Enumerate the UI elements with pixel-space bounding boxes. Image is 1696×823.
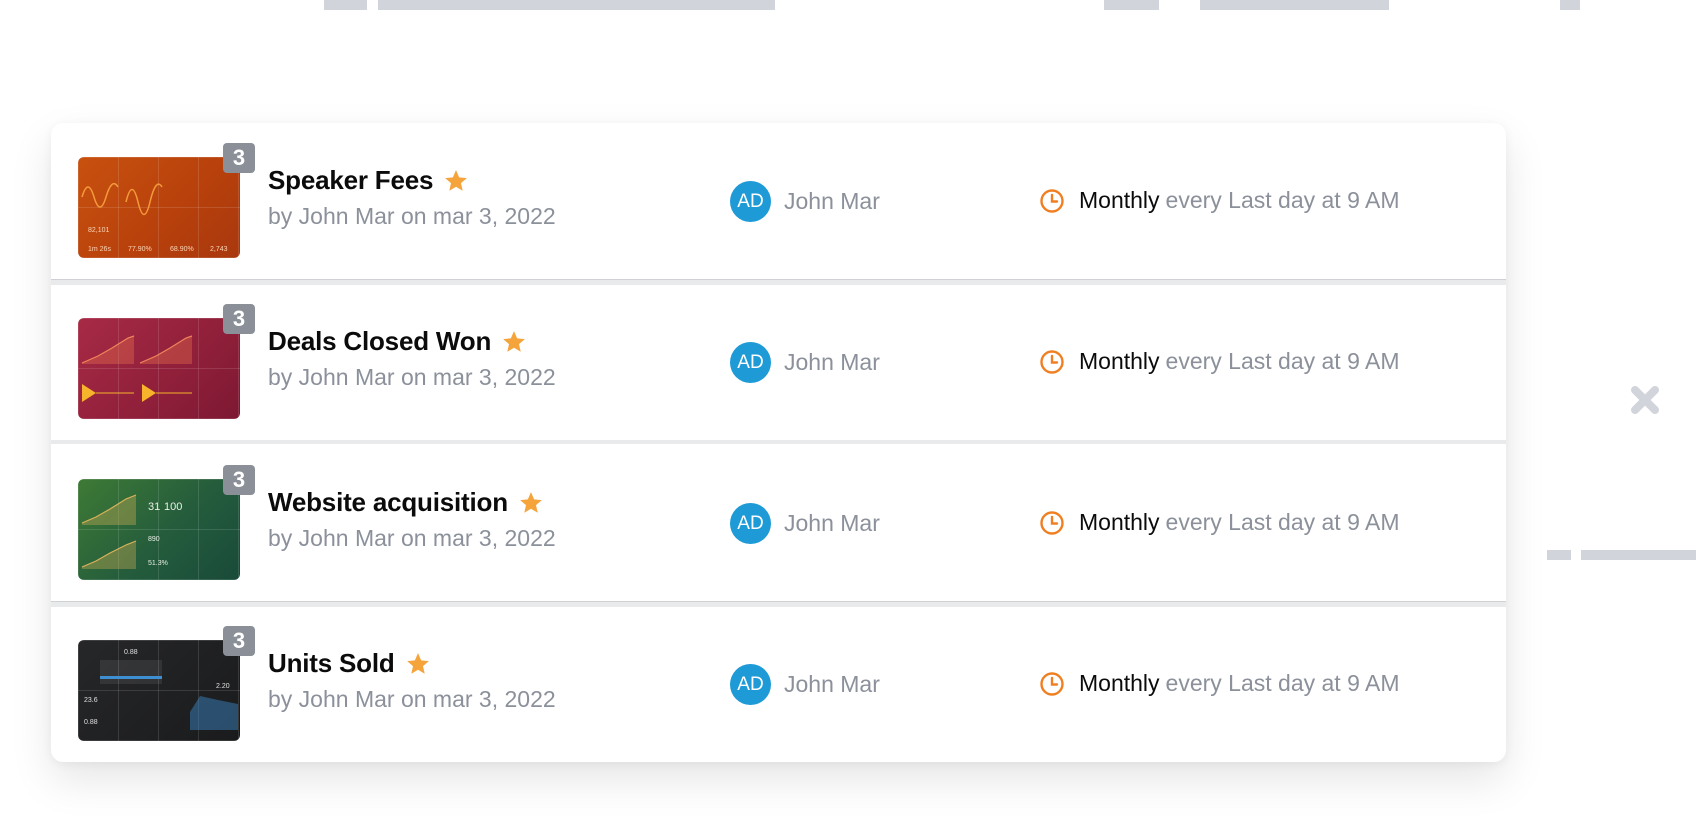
report-schedule: Monthly every Last day at 9 AM bbox=[1039, 670, 1400, 697]
report-title[interactable]: Deals Closed Won bbox=[268, 326, 491, 357]
report-title-group: Speaker Fees bbox=[268, 165, 469, 196]
background-placeholder-bar bbox=[1581, 550, 1696, 560]
clock-icon bbox=[1039, 510, 1065, 536]
report-title-group: Website acquisition bbox=[268, 487, 544, 518]
close-button[interactable] bbox=[1628, 383, 1662, 417]
report-owner: AD John Mar bbox=[730, 664, 880, 705]
report-row[interactable]: 31 100 890 51.3% 3 Website acquisition b… bbox=[51, 445, 1506, 601]
svg-text:23.6: 23.6 bbox=[84, 697, 98, 704]
report-thumbnail[interactable]: 0.88 23.6 0.88 2.20 bbox=[78, 640, 240, 741]
report-subtitle: by John Mar on mar 3, 2022 bbox=[268, 364, 556, 390]
background-placeholder-bar bbox=[1200, 0, 1389, 10]
report-schedule: Monthly every Last day at 9 AM bbox=[1039, 348, 1400, 375]
svg-text:51.3%: 51.3% bbox=[148, 560, 168, 567]
report-owner: AD John Mar bbox=[730, 181, 880, 222]
page-count-badge: 3 bbox=[223, 465, 255, 495]
report-subtitle: by John Mar on mar 3, 2022 bbox=[268, 686, 556, 712]
schedule-frequency: Monthly bbox=[1079, 670, 1160, 696]
report-title-group: Units Sold bbox=[268, 648, 431, 679]
scheduled-reports-card: 82,101 1m 26s 77.90% 68.90% 2,743 3 Spea… bbox=[51, 123, 1506, 762]
report-title-group: Deals Closed Won bbox=[268, 326, 527, 357]
star-icon[interactable] bbox=[501, 329, 527, 355]
svg-text:890: 890 bbox=[148, 536, 160, 543]
report-subtitle: by John Mar on mar 3, 2022 bbox=[268, 203, 556, 229]
star-icon[interactable] bbox=[405, 651, 431, 677]
avatar: AD bbox=[730, 181, 771, 222]
report-title[interactable]: Units Sold bbox=[268, 648, 395, 679]
close-icon bbox=[1631, 386, 1659, 414]
page-count-badge: 3 bbox=[223, 304, 255, 334]
avatar: AD bbox=[730, 664, 771, 705]
clock-icon bbox=[1039, 349, 1065, 375]
thumbnail-chart: 82,101 1m 26s 77.90% 68.90% 2,743 bbox=[81, 182, 228, 253]
star-icon[interactable] bbox=[518, 490, 544, 516]
svg-text:1m 26s: 1m 26s bbox=[88, 246, 111, 253]
report-owner: AD John Mar bbox=[730, 342, 880, 383]
schedule-detail: every Last day at 9 AM bbox=[1165, 348, 1400, 374]
svg-text:31: 31 bbox=[148, 501, 160, 513]
report-thumbnail[interactable] bbox=[78, 318, 240, 419]
thumbnail-chart: 0.88 23.6 0.88 2.20 bbox=[84, 649, 238, 730]
star-icon[interactable] bbox=[443, 168, 469, 194]
schedule-frequency: Monthly bbox=[1079, 509, 1160, 535]
schedule-frequency: Monthly bbox=[1079, 187, 1160, 213]
report-title[interactable]: Speaker Fees bbox=[268, 165, 433, 196]
svg-text:68.90%: 68.90% bbox=[170, 246, 194, 253]
page-count-badge: 3 bbox=[223, 143, 255, 173]
background-placeholder-bar bbox=[378, 0, 775, 10]
row-divider bbox=[51, 279, 1506, 285]
report-owner: AD John Mar bbox=[730, 503, 880, 544]
svg-text:100: 100 bbox=[164, 501, 182, 513]
thumbnail-chart bbox=[81, 335, 193, 402]
report-thumbnail[interactable]: 82,101 1m 26s 77.90% 68.90% 2,743 bbox=[78, 157, 240, 258]
background-placeholder-bar bbox=[1104, 0, 1159, 10]
owner-name: John Mar bbox=[784, 671, 880, 697]
svg-text:2,743: 2,743 bbox=[210, 246, 228, 253]
report-subtitle: by John Mar on mar 3, 2022 bbox=[268, 525, 556, 551]
svg-text:2.20: 2.20 bbox=[216, 683, 230, 690]
background-placeholder-bar bbox=[324, 0, 367, 10]
schedule-frequency: Monthly bbox=[1079, 348, 1160, 374]
schedule-detail: every Last day at 9 AM bbox=[1165, 670, 1400, 696]
report-title[interactable]: Website acquisition bbox=[268, 487, 508, 518]
row-divider bbox=[51, 601, 1506, 607]
svg-text:77.90%: 77.90% bbox=[128, 246, 152, 253]
report-row[interactable]: 0.88 23.6 0.88 2.20 3 Units Sold by John… bbox=[51, 606, 1506, 762]
report-schedule: Monthly every Last day at 9 AM bbox=[1039, 187, 1400, 214]
svg-text:82,101: 82,101 bbox=[88, 227, 110, 234]
report-schedule: Monthly every Last day at 9 AM bbox=[1039, 509, 1400, 536]
clock-icon bbox=[1039, 188, 1065, 214]
schedule-detail: every Last day at 9 AM bbox=[1165, 509, 1400, 535]
page-count-badge: 3 bbox=[223, 626, 255, 656]
row-divider bbox=[51, 440, 1506, 444]
owner-name: John Mar bbox=[784, 188, 880, 214]
svg-text:0.88: 0.88 bbox=[84, 719, 98, 726]
background-placeholder-bar bbox=[1560, 0, 1580, 10]
owner-name: John Mar bbox=[784, 349, 880, 375]
background-placeholder-bar bbox=[1547, 550, 1571, 560]
thumbnail-chart: 31 100 890 51.3% bbox=[81, 494, 182, 569]
report-row[interactable]: 3 Deals Closed Won by John Mar on mar 3,… bbox=[51, 284, 1506, 440]
schedule-detail: every Last day at 9 AM bbox=[1165, 187, 1400, 213]
avatar: AD bbox=[730, 342, 771, 383]
avatar: AD bbox=[730, 503, 771, 544]
owner-name: John Mar bbox=[784, 510, 880, 536]
report-thumbnail[interactable]: 31 100 890 51.3% bbox=[78, 479, 240, 580]
clock-icon bbox=[1039, 671, 1065, 697]
report-row[interactable]: 82,101 1m 26s 77.90% 68.90% 2,743 3 Spea… bbox=[51, 123, 1506, 279]
svg-text:0.88: 0.88 bbox=[124, 649, 138, 656]
